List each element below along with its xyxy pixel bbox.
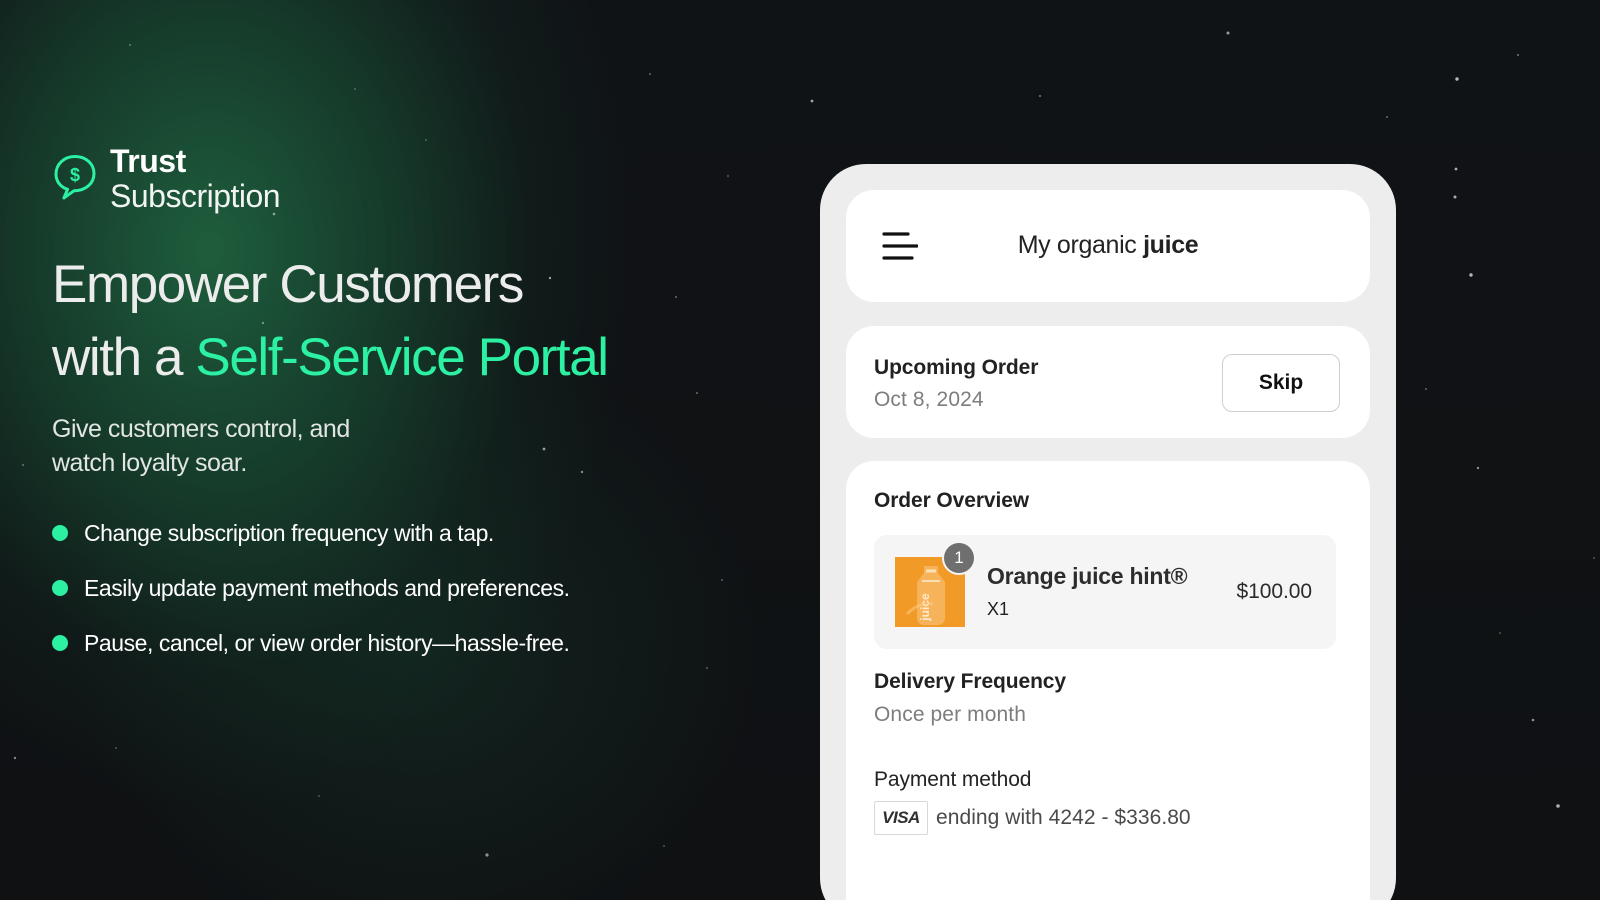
hero-headline: Empower Customers with a Self-Service Po… (52, 248, 609, 394)
product-name: Orange juice hint® (987, 563, 1188, 589)
headline-accent: Self-Service Portal (195, 328, 609, 387)
feature-item: Easily update payment methods and prefer… (52, 571, 570, 605)
visa-card-icon: VISA (874, 801, 928, 835)
payment-method-row[interactable]: VISA ending with 4242 - $336.80 (874, 801, 1191, 835)
feature-label: Pause, cancel, or view order history—has… (84, 629, 570, 656)
store-title: My organic juice (846, 231, 1370, 260)
svg-text:$: $ (70, 165, 80, 185)
feature-item: Change subscription frequency with a tap… (52, 516, 570, 550)
feature-label: Easily update payment methods and prefer… (84, 574, 570, 601)
product-price: $100.00 (1236, 580, 1312, 603)
payment-method-title: Payment method (874, 768, 1032, 791)
feature-item: Pause, cancel, or view order history—has… (52, 626, 570, 660)
upcoming-order-card: Upcoming Order Oct 8, 2024 Skip (846, 326, 1370, 438)
payment-method-summary: ending with 4242 - $336.80 (936, 806, 1191, 829)
skip-button[interactable]: Skip (1222, 354, 1340, 412)
svg-text:juice: juice (918, 593, 932, 622)
headline-prefix: with a (52, 328, 196, 387)
feature-list: Change subscription frequency with a tap… (52, 516, 570, 681)
brand-subtitle: Subscription (110, 178, 281, 214)
delivery-frequency-value[interactable]: Once per month (874, 703, 1026, 727)
store-name-bold: juice (1143, 231, 1199, 259)
headline-line-2: with a Self-Service Portal (52, 321, 609, 394)
brand-title: Trust (110, 143, 186, 179)
portal-header-card: My organic juice (846, 190, 1370, 302)
green-bullet-icon (52, 580, 68, 596)
delivery-frequency-title: Delivery Frequency (874, 670, 1066, 693)
store-name-regular: My organic (1017, 231, 1137, 259)
product-line-item[interactable]: juice 1 Orange juice hint® X1 $100.00 (874, 535, 1336, 649)
product-quantity: X1 (987, 599, 1010, 619)
promo-canvas: $ Trust Subscription Empower Customers w… (0, 0, 1600, 900)
upcoming-order-date: Oct 8, 2024 (874, 388, 984, 411)
currency-chat-bubble-icon: $ (54, 155, 96, 200)
customer-portal-mockup: My organic juice Upcoming Order Oct 8, 2… (820, 164, 1396, 900)
hero-subtext: Give customers control, and watch loyalt… (52, 415, 350, 477)
green-bullet-icon (52, 525, 68, 541)
brand-text: Trust Subscription (110, 143, 281, 214)
brand-logo: $ Trust Subscription (52, 143, 281, 214)
upcoming-order-title: Upcoming Order (874, 356, 1039, 379)
headline-line-1: Empower Customers (52, 255, 524, 314)
order-overview-title: Order Overview (874, 489, 1030, 512)
green-bullet-icon (52, 635, 68, 651)
order-overview-card: Order Overview juice 1 Orange juice hint… (846, 461, 1370, 900)
product-quantity-badge: 1 (944, 543, 974, 573)
feature-label: Change subscription frequency with a tap… (84, 519, 494, 546)
